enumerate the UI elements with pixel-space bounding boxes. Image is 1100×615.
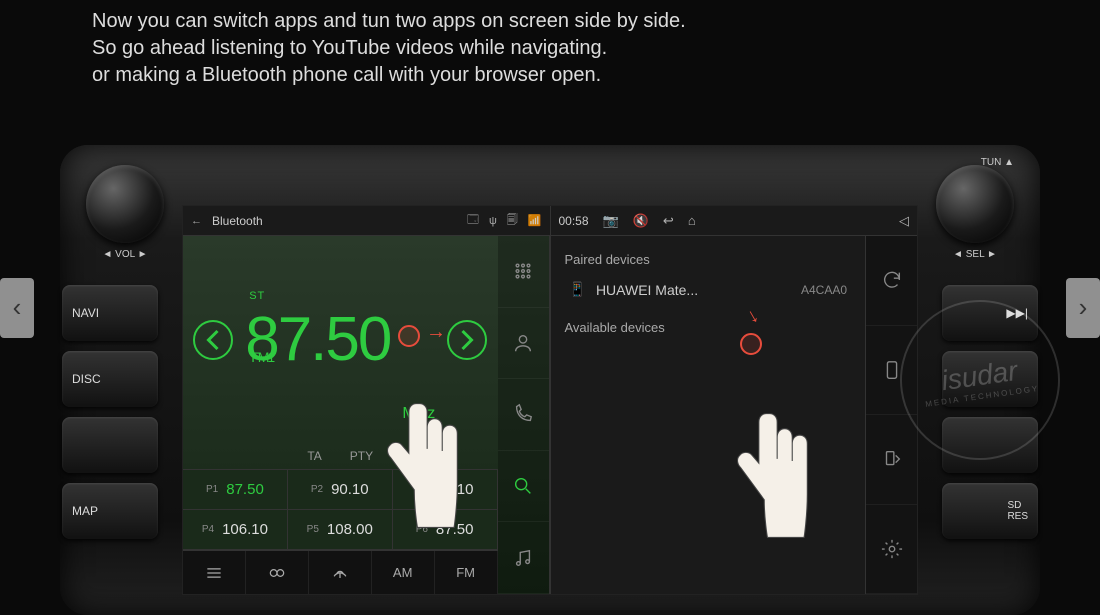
- statusbar-left: ← Bluetooth 🗔 ψ 🗐 📶: [183, 206, 550, 236]
- dialpad-icon[interactable]: [498, 236, 549, 308]
- contact-icon[interactable]: [498, 308, 549, 380]
- radio-app: ← Bluetooth 🗔 ψ 🗐 📶 ST FM1: [183, 206, 551, 594]
- preset-5[interactable]: P5108.00: [288, 510, 393, 550]
- search-icon[interactable]: [498, 451, 549, 523]
- seek-down-button[interactable]: [193, 320, 233, 360]
- select-label: ◄ SEL ►: [936, 249, 1014, 260]
- android-back-icon[interactable]: ◁: [899, 213, 909, 229]
- bluetooth-app: 00:58 📷 🔇 ↩ ⌂ ◁ Paired devices 📱 HUAWEI …: [551, 206, 918, 594]
- preset-grid: P187.50 P290.10 P398.10 P4106.10 P5108.0…: [183, 469, 498, 550]
- mute-icon[interactable]: 🔇: [633, 213, 649, 229]
- music-icon[interactable]: [498, 522, 549, 594]
- touch-indicator: [398, 325, 420, 347]
- tune-knob[interactable]: [936, 165, 1014, 243]
- frequency-unit: MHz: [402, 405, 435, 423]
- radio-bottom-bar: AM FM: [183, 550, 498, 594]
- statusbar-title: Bluetooth: [212, 214, 263, 228]
- card-icon: 🗐: [507, 211, 518, 230]
- mode-row: TA PTY: [183, 443, 498, 469]
- preset-6[interactable]: P687.50: [393, 510, 498, 550]
- available-devices-label: Available devices: [565, 320, 852, 335]
- ta-mode[interactable]: TA: [307, 449, 321, 463]
- screenshot-icon[interactable]: 📷: [603, 213, 619, 229]
- bluetooth-body: Paired devices 📱 HUAWEI Mate... A4CAA0 A…: [551, 236, 918, 594]
- device-name: HUAWEI Mate...: [596, 282, 698, 298]
- hw-button-l3[interactable]: [62, 417, 158, 473]
- usb-icon: ψ: [489, 215, 497, 227]
- window-icon: 🗔: [467, 211, 479, 230]
- fm-button[interactable]: FM: [435, 551, 498, 594]
- link-icon[interactable]: [246, 551, 309, 594]
- frequency-value: ST FM1 87.50: [245, 304, 390, 375]
- sd-res-button[interactable]: SD RES: [942, 483, 1038, 539]
- wifi-icon: 📶: [528, 214, 542, 227]
- device-mac: A4CAA0: [801, 283, 847, 297]
- preset-3[interactable]: P398.10: [393, 470, 498, 510]
- phone-icon[interactable]: [498, 379, 549, 451]
- unlink-icon[interactable]: [866, 415, 917, 505]
- navi-button[interactable]: NAVI: [62, 285, 158, 341]
- pty-mode[interactable]: PTY: [350, 449, 373, 463]
- disc-button[interactable]: DISC: [62, 351, 158, 407]
- radio-side-icons: [498, 236, 550, 594]
- volume-knob[interactable]: [86, 165, 164, 243]
- volume-label: ◄ VOL ►: [86, 249, 164, 260]
- menu-icon[interactable]: [183, 551, 246, 594]
- hw-button-r2[interactable]: [942, 351, 1038, 407]
- am-button[interactable]: AM: [372, 551, 435, 594]
- statusbar-right: 00:58 📷 🔇 ↩ ⌂ ◁: [551, 206, 918, 236]
- phone-device-icon: 📱: [569, 281, 586, 298]
- paired-device-row[interactable]: 📱 HUAWEI Mate... A4CAA0: [565, 273, 852, 306]
- back-icon[interactable]: ←: [191, 215, 202, 227]
- touchscreen: ← Bluetooth 🗔 ψ 🗐 📶 ST FM1: [182, 205, 918, 595]
- device-icon[interactable]: [866, 326, 917, 416]
- bt-side-icons: [865, 236, 917, 594]
- back-nav-icon[interactable]: ↩: [663, 213, 674, 229]
- promo-text: Now you can switch apps and tun two apps…: [92, 8, 686, 89]
- hw-button-r3[interactable]: [942, 417, 1038, 473]
- preset-2[interactable]: P290.10: [288, 470, 393, 510]
- preset-1[interactable]: P187.50: [183, 470, 288, 510]
- tune-label: TUN ▲: [936, 157, 1014, 168]
- map-button[interactable]: MAP: [62, 483, 158, 539]
- head-unit: ◄ VOL ► TUN ▲ ◄ SEL ► NAVI DISC MAP ▶▶| …: [60, 145, 1040, 615]
- clock: 00:58: [559, 214, 589, 228]
- seek-up-button[interactable]: [447, 320, 487, 360]
- next-track-button[interactable]: ▶▶|: [942, 285, 1038, 341]
- frequency-display: ST FM1 87.50 MHz: [183, 236, 498, 443]
- carousel-next[interactable]: ›: [1066, 278, 1100, 338]
- settings-icon[interactable]: [866, 505, 917, 595]
- home-icon[interactable]: ⌂: [688, 213, 696, 228]
- broadcast-icon[interactable]: [309, 551, 372, 594]
- carousel-prev[interactable]: ‹: [0, 278, 34, 338]
- touch-indicator: [740, 333, 762, 355]
- paired-devices-label: Paired devices: [565, 252, 852, 267]
- touch-arrow-icon: →: [426, 321, 446, 344]
- preset-4[interactable]: P4106.10: [183, 510, 288, 550]
- radio-body: ST FM1 87.50 MHz TA PTY P1: [183, 236, 550, 594]
- refresh-icon[interactable]: [866, 236, 917, 326]
